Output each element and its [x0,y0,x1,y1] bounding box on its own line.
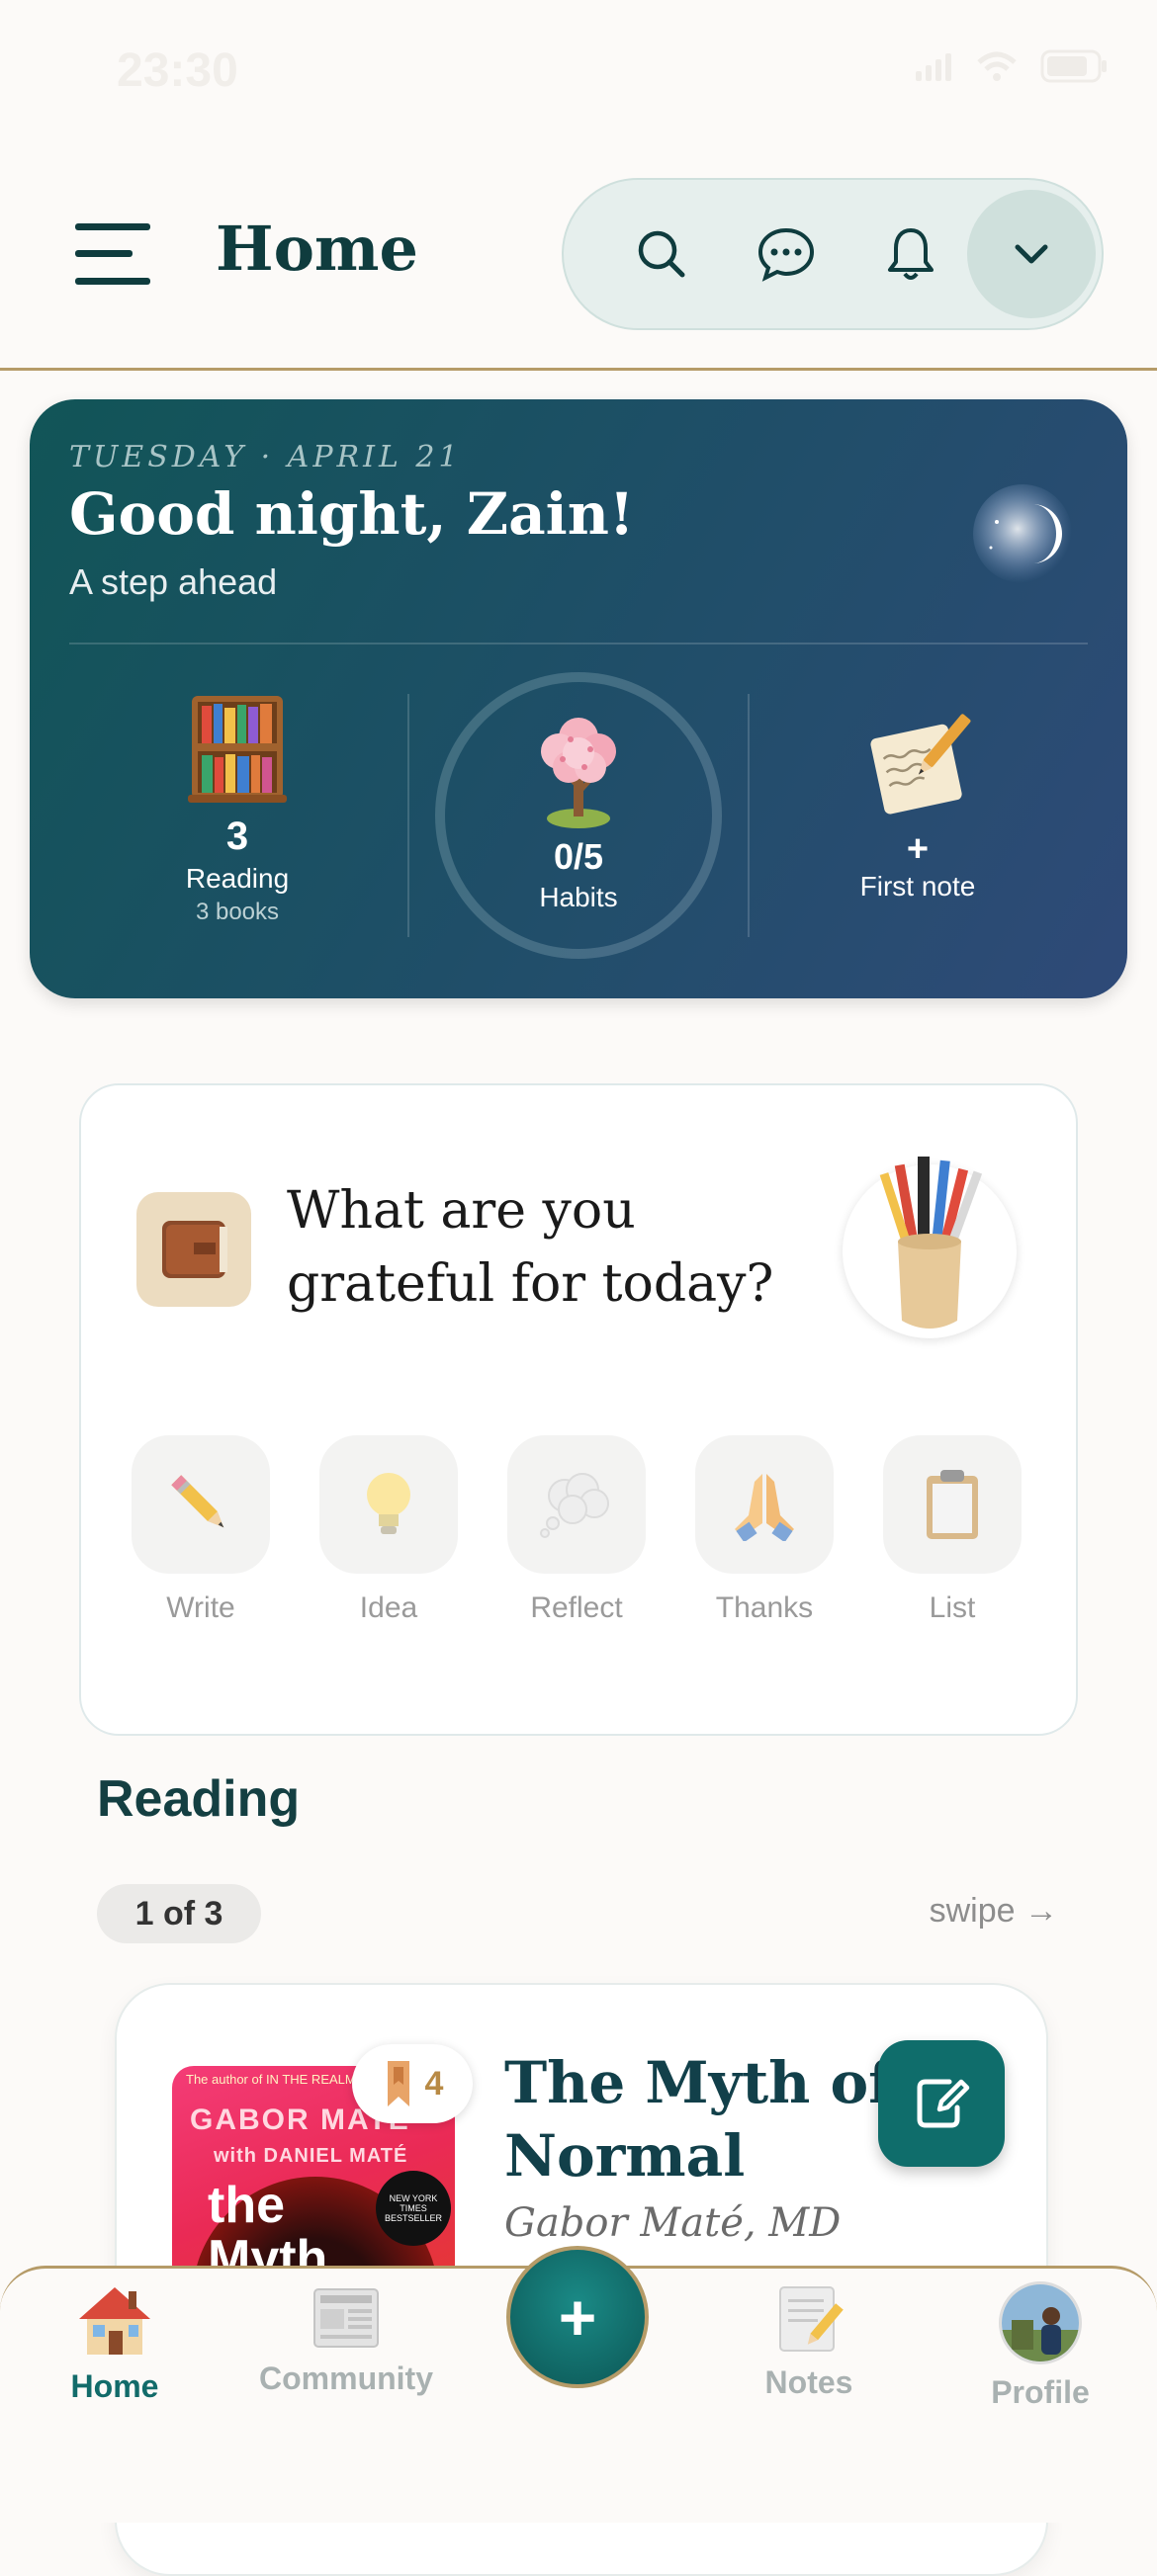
bookshelf-icon [188,696,287,803]
pencil-cup-icon [843,1157,1017,1338]
battery-icon [1040,49,1107,83]
signal-icon [916,53,951,81]
add-note-plus: + [906,828,930,870]
newspaper-icon [313,2288,379,2348]
nav-notes-label: Notes [764,2364,853,2400]
nav-community-label: Community [259,2361,433,2396]
clipboard-icon [927,1470,978,1539]
reading-count: 3 [225,815,249,858]
reading-counter-badge: 1 of 3 [97,1884,261,1943]
edit-icon [917,2079,970,2128]
greeting-date: TUESDAY · APRIL 21 [69,440,462,474]
nav-profile-label: Profile [991,2374,1090,2410]
quick-write[interactable]: Write [132,1435,270,1625]
book-author: Gabor Maté, MD [504,2200,842,2246]
gratitude-prompt: What are you grateful for today? [287,1181,774,1314]
status-time: 23:30 [117,44,238,97]
edit-note-button[interactable] [878,2040,1005,2167]
search-icon[interactable] [609,202,714,306]
quick-reflect-label: Reflect [530,1591,623,1624]
greeting-divider [69,643,1088,644]
bookmark-badge[interactable]: 4 [352,2044,473,2123]
reading-label: Reading [185,863,290,894]
header-actions [562,178,1104,330]
wifi-icon [977,51,1017,81]
nav-community[interactable]: Community [247,2281,445,2397]
menu-icon[interactable] [75,223,150,285]
greeting-subtitle: A step ahead [69,561,278,602]
quick-thanks-label: Thanks [715,1591,814,1624]
blossom-tree-icon [541,718,616,828]
habits-stat[interactable]: 0/5 Habits [480,710,677,913]
journal-icon [136,1192,251,1307]
nav-profile[interactable]: Profile [941,2281,1139,2411]
first-note-label: First note [859,871,976,902]
book-title[interactable]: The Myth of Normal [504,2046,900,2192]
lightbulb-icon [367,1473,410,1534]
chevron-down-icon[interactable] [967,190,1096,318]
quick-list[interactable]: List [883,1435,1022,1625]
nav-home[interactable]: Home [16,2281,214,2405]
bell-icon[interactable] [858,202,963,306]
avatar [999,2281,1082,2364]
cover-coauthor: with DANIEL MATÉ [214,2145,408,2167]
reading-sub: 3 books [195,899,280,925]
status-icons [914,49,1108,83]
house-icon [79,2287,150,2355]
nav-home-label: Home [70,2368,159,2404]
praying-hands-icon [735,1474,794,1541]
bookmark-count: 4 [424,2064,444,2103]
memo-icon [870,714,971,815]
quick-reflect[interactable]: Reflect [507,1435,646,1625]
quick-idea[interactable]: Idea [319,1435,458,1625]
add-button[interactable]: + [506,2246,649,2388]
quick-list-label: List [929,1591,976,1624]
moon-icon [971,482,1074,585]
habits-label: Habits [539,882,618,912]
cover-bestseller-seal: NEW YORK TIMES BESTSELLER [376,2171,451,2246]
header-divider [0,368,1157,371]
bookmark-icon [387,2061,409,2106]
reading-section-title: Reading [97,1770,301,1828]
greeting-title: Good night, Zain! [69,480,635,548]
stat-divider [748,694,750,937]
quick-idea-label: Idea [359,1591,418,1624]
quick-write-label: Write [166,1591,235,1624]
pencil-icon [171,1475,224,1528]
page-title: Home [216,213,418,285]
first-note-stat[interactable]: + First note [819,708,1017,902]
thought-bubble-icon [540,1473,609,1538]
habits-count: 0/5 [553,836,604,877]
swipe-hint: swipe → [929,1892,1058,1930]
quick-thanks[interactable]: Thanks [695,1435,834,1625]
chat-icon[interactable] [734,202,839,306]
notes-icon [779,2286,844,2352]
reading-stat[interactable]: 3 Reading 3 books [138,692,336,926]
stat-divider [407,694,409,937]
nav-notes[interactable]: Notes [710,2281,908,2401]
